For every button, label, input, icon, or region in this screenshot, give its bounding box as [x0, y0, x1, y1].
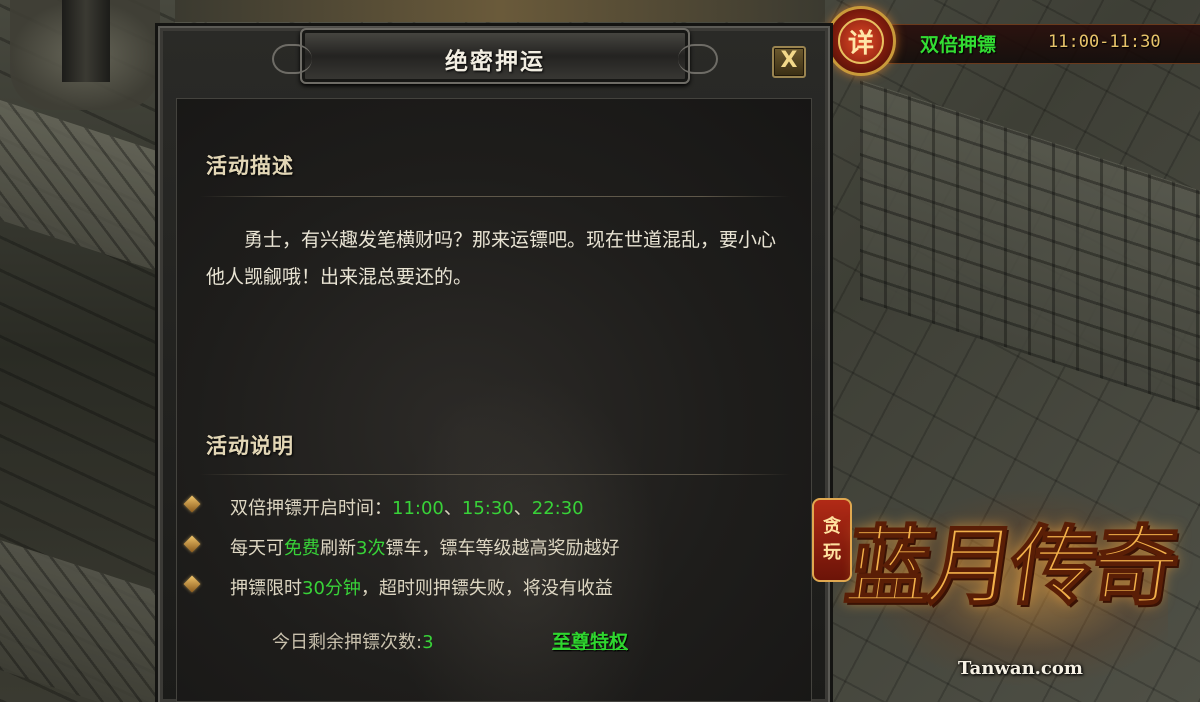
logo-title: 蓝月传奇: [839, 515, 1183, 618]
seal-char: 贪: [823, 516, 841, 537]
remaining-label: 今日剩余押镖次数:: [272, 632, 423, 653]
logo-site: Tanwan.com: [958, 658, 1083, 679]
detail-badge-icon: 详: [838, 18, 884, 64]
rule-item: 押镖限时30分钟，超时则押镖失败，将没有收益: [183, 574, 613, 602]
rule-time: 11:00: [392, 498, 444, 519]
stone-pillar: [62, 0, 110, 82]
rule-text: ，超时则押镖失败，将没有收益: [360, 578, 613, 599]
remaining-escorts: 今日剩余押镖次数:3: [272, 628, 434, 654]
escort-dialog: 绝密押运 X 活动描述 勇士，有兴趣发笔横财吗？那来运镖吧。现在世道混乱，要小心…: [158, 26, 830, 702]
rule-text: 、: [443, 498, 462, 519]
dialog-content-panel: [176, 98, 812, 702]
seal-char: 玩: [823, 542, 841, 563]
dialog-title: 绝密押运: [445, 49, 545, 75]
close-button[interactable]: X: [772, 46, 806, 78]
game-logo: 贪 玩 蓝月传奇 Tanwan.com: [808, 478, 1200, 702]
rule-time: 15:30: [461, 498, 514, 519]
rule-text: 、: [513, 498, 532, 519]
event-detail-button[interactable]: 详: [826, 6, 896, 76]
description-text: 勇士，有兴趣发笔横财吗？那来运镖吧。现在世道混乱，要小心他人觊觎哦！出来混总要还…: [206, 229, 777, 288]
event-name: 双倍押镖: [920, 34, 997, 56]
section-heading-rules: 活动说明: [206, 434, 294, 458]
rule-text: 镖车，镖车等级越高奖励越好: [385, 538, 620, 559]
vip-privilege-link[interactable]: 至尊特权: [552, 627, 628, 654]
rule-time: 22:30: [531, 498, 584, 519]
rule-text: 双倍押镖开启时间：: [230, 498, 392, 519]
section-divider: [200, 474, 790, 475]
rule-text: 押镖限时: [230, 578, 302, 599]
rule-item: 双倍押镖开启时间：11:00、15:30、22:30: [183, 494, 584, 522]
remaining-count: 3: [422, 632, 434, 653]
section-divider: [200, 196, 790, 197]
rule-text: 刷新: [320, 538, 356, 559]
rule-highlight: 3次: [356, 538, 386, 559]
rule-text: 每天可: [230, 538, 284, 559]
rule-item: 每天可免费刷新3次镖车，镖车等级越高奖励越好: [183, 534, 620, 562]
rule-highlight: 30分钟: [302, 578, 361, 599]
game-world-top-strip: [175, 0, 825, 22]
event-time: 11:00-11:30: [1048, 32, 1161, 52]
rule-highlight: 免费: [284, 538, 320, 559]
section-heading-description: 活动描述: [206, 154, 294, 178]
dialog-title-plate: 绝密押运: [272, 28, 718, 84]
